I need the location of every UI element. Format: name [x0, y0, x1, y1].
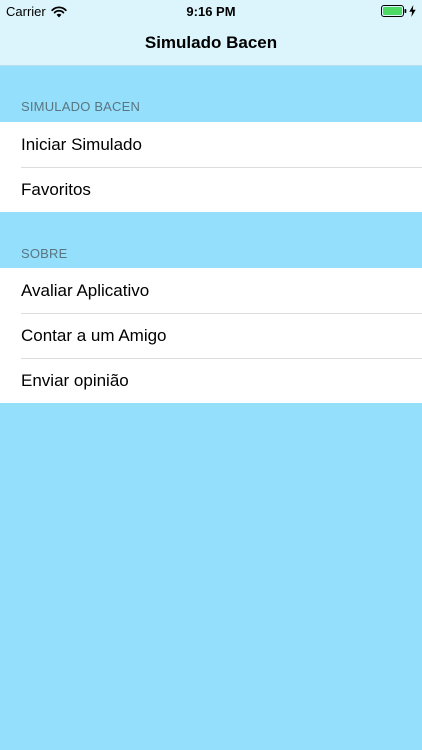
- section-header-simulado-bacen: SIMULADO BACEN: [21, 99, 141, 114]
- section-sobre: Avaliar Aplicativo Contar a um Amigo Env…: [0, 268, 422, 403]
- list-item-label: Contar a um Amigo: [21, 325, 167, 345]
- list-item-label: Favoritos: [21, 179, 91, 199]
- charging-bolt-icon: [409, 5, 416, 17]
- battery-indicator: [381, 5, 416, 17]
- section-simulado-bacen: Iniciar Simulado Favoritos: [0, 122, 422, 212]
- status-bar: Carrier 9:16 PM: [0, 0, 422, 22]
- section-header-sobre: SOBRE: [21, 246, 68, 261]
- list-item-label: Avaliar Aplicativo: [21, 280, 150, 300]
- list-item-contar-amigo[interactable]: Contar a um Amigo: [0, 313, 422, 358]
- page-title: Simulado Bacen: [144, 33, 278, 52]
- list-item-label: Iniciar Simulado: [21, 134, 142, 154]
- list-item-avaliar-aplicativo[interactable]: Avaliar Aplicativo: [0, 268, 422, 313]
- list-item-iniciar-simulado[interactable]: Iniciar Simulado: [0, 122, 422, 167]
- battery-icon: [381, 5, 407, 17]
- navigation-bar: Carrier 9:16 PM Simulado Bacen: [0, 0, 422, 66]
- list-item-favoritos[interactable]: Favoritos: [0, 167, 422, 212]
- status-time: 9:16 PM: [186, 4, 236, 19]
- list-item-enviar-opiniao[interactable]: Enviar opinião: [0, 358, 422, 403]
- list-item-label: Enviar opinião: [21, 370, 129, 390]
